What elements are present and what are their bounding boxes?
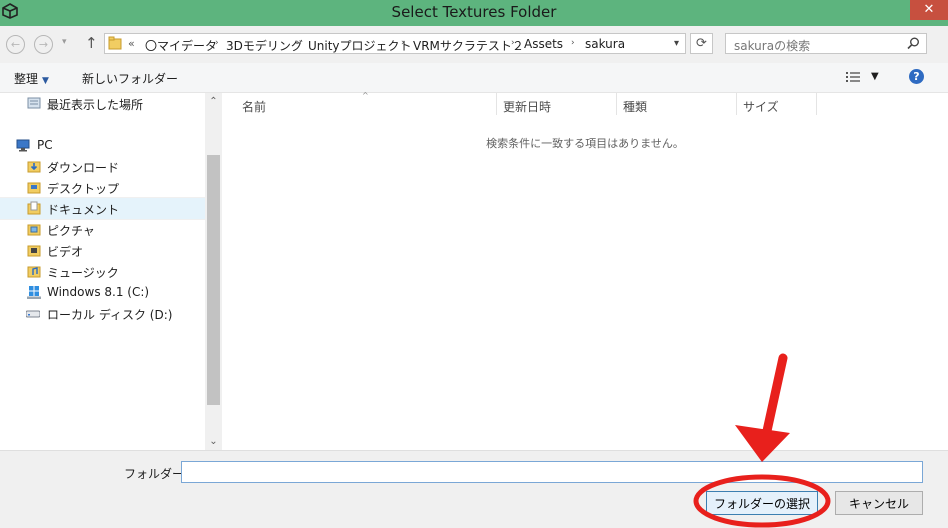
breadcrumb-separator-icon[interactable]: ›: [511, 38, 515, 48]
nav-item-label: デスクトップ: [47, 182, 120, 196]
arrow-right-icon: →: [38, 38, 49, 51]
nav-item-label: 最近表示した場所: [47, 98, 144, 112]
nav-item-drive-d[interactable]: ローカル ディスク (D:): [0, 303, 205, 324]
chevron-down-icon: ▾: [62, 37, 67, 47]
desktop-folder-icon: [27, 182, 41, 194]
refresh-button[interactable]: ⟳: [690, 33, 713, 54]
breadcrumb-item[interactable]: Assets: [524, 37, 563, 51]
select-folder-button[interactable]: フォルダーの選択: [706, 491, 818, 515]
nav-item-music[interactable]: ミュージック: [0, 261, 205, 282]
navigation-pane: 最近表示した場所 PC ダウンロード デスクトップ ドキュメント ピクチャ ビデ…: [0, 93, 222, 450]
sort-ascending-icon: ^: [362, 91, 369, 100]
folder-label: フォルダー:: [124, 467, 189, 481]
nav-item-documents[interactable]: ドキュメント: [0, 197, 205, 220]
breadcrumb-overflow-icon[interactable]: «: [128, 37, 135, 50]
nav-scrollbar[interactable]: ⌃ ⌄: [205, 93, 222, 450]
back-button[interactable]: ←: [6, 35, 25, 54]
help-icon[interactable]: ?: [909, 69, 924, 84]
breadcrumb-item[interactable]: sakura: [585, 37, 625, 51]
breadcrumb-item[interactable]: 3Dモデリング: [226, 37, 303, 54]
dialog-client: ← → ▾ ↑ « 〇マイデータ › 3Dモデリング › Unityプロジェクト…: [0, 26, 948, 528]
close-icon: ✕: [923, 2, 935, 17]
scroll-thumb[interactable]: [207, 155, 220, 405]
command-bar: 整理 ▼ 新しいフォルダー ▼ ?: [0, 63, 948, 93]
refresh-icon: ⟳: [696, 36, 707, 51]
cancel-button[interactable]: キャンセル: [835, 491, 923, 515]
forward-button[interactable]: →: [34, 35, 53, 54]
scroll-down-icon[interactable]: ⌄: [205, 433, 222, 450]
new-folder-label: 新しいフォルダー: [82, 72, 179, 86]
nav-item-desktop[interactable]: デスクトップ: [0, 177, 205, 198]
nav-item-label: ミュージック: [47, 266, 119, 280]
help-glyph: ?: [913, 70, 920, 83]
search-input[interactable]: sakuraの検索: [734, 37, 810, 54]
triangle-down-icon: ▼: [42, 76, 49, 86]
recent-places-icon: [27, 97, 41, 109]
address-bar[interactable]: « 〇マイデータ › 3Dモデリング › Unityプロジェクト › VRMサク…: [104, 33, 686, 54]
empty-message: 検索条件に一致する項目はありません。: [486, 137, 684, 150]
pictures-folder-icon: [27, 224, 41, 236]
column-divider[interactable]: [616, 93, 617, 115]
arrow-up-icon: ↑: [85, 34, 98, 52]
dialog-window: Select Textures Folder ✕ ← → ▾ ↑ « 〇マイデー…: [0, 0, 948, 528]
documents-folder-icon: [27, 201, 41, 215]
breadcrumb-item[interactable]: 〇マイデータ: [145, 37, 217, 54]
close-button[interactable]: ✕: [910, 0, 948, 20]
search-icon: [907, 37, 919, 50]
nav-item-drive-c[interactable]: Windows 8.1 (C:): [0, 282, 205, 303]
address-row: ← → ▾ ↑ « 〇マイデータ › 3Dモデリング › Unityプロジェクト…: [0, 26, 948, 63]
folder-icon: [108, 36, 122, 50]
column-header-name[interactable]: 名前: [242, 98, 266, 119]
column-header-type[interactable]: 種類: [623, 98, 647, 119]
organize-button[interactable]: 整理 ▼: [14, 70, 49, 87]
nav-item-label: ローカル ディスク (D:): [47, 308, 173, 322]
title-bar[interactable]: Select Textures Folder ✕: [0, 0, 948, 26]
new-folder-button[interactable]: 新しいフォルダー: [82, 70, 178, 87]
nav-item-recent-places[interactable]: 最近表示した場所: [0, 93, 205, 114]
search-box[interactable]: sakuraの検索: [725, 33, 927, 54]
arrow-left-icon: ←: [10, 38, 21, 51]
view-options-icon[interactable]: [846, 71, 860, 83]
column-divider[interactable]: [816, 93, 817, 115]
column-header-size[interactable]: サイズ: [743, 98, 779, 119]
videos-folder-icon: [27, 245, 41, 257]
column-divider[interactable]: [496, 93, 497, 115]
windows-drive-icon: [27, 286, 41, 299]
window-title: Select Textures Folder: [391, 3, 557, 21]
nav-item-label: ピクチャ: [47, 224, 95, 238]
nav-item-downloads[interactable]: ダウンロード: [0, 156, 205, 177]
view-dropdown-icon[interactable]: ▼: [871, 71, 879, 82]
breadcrumb-separator-icon[interactable]: ›: [215, 38, 219, 48]
breadcrumb-separator-icon[interactable]: ›: [296, 38, 300, 48]
nav-item-pc[interactable]: PC: [0, 135, 205, 156]
breadcrumb-separator-icon[interactable]: ›: [571, 38, 575, 48]
music-folder-icon: [27, 266, 41, 278]
breadcrumb-separator-icon[interactable]: ›: [401, 38, 405, 48]
column-header-date[interactable]: 更新日時: [503, 98, 551, 119]
computer-icon: [16, 139, 30, 152]
bottom-panel: フォルダー: フォルダーの選択 キャンセル: [0, 450, 948, 528]
recent-locations-dropdown[interactable]: ▾: [62, 37, 67, 47]
nav-item-label: Windows 8.1 (C:): [47, 285, 150, 299]
nav-item-label: PC: [37, 138, 53, 152]
local-disk-icon: [26, 310, 40, 318]
downloads-folder-icon: [27, 161, 41, 173]
folder-input[interactable]: [181, 461, 923, 483]
address-dropdown-icon[interactable]: ▾: [674, 38, 679, 49]
organize-label: 整理: [14, 72, 39, 86]
column-divider[interactable]: [736, 93, 737, 115]
breadcrumb-item[interactable]: VRMサクラテスト２: [413, 37, 524, 54]
nav-item-videos[interactable]: ビデオ: [0, 240, 205, 261]
scroll-up-icon[interactable]: ⌃: [205, 93, 222, 110]
nav-item-pictures[interactable]: ピクチャ: [0, 219, 205, 240]
file-list: ^ 名前 更新日時 種類 サイズ 検索条件に一致する項目はありません。: [222, 91, 948, 450]
breadcrumb-item[interactable]: Unityプロジェクト: [308, 37, 412, 54]
up-button[interactable]: ↑: [85, 34, 98, 52]
nav-item-label: ビデオ: [47, 245, 84, 259]
nav-item-label: ドキュメント: [47, 203, 120, 217]
nav-item-label: ダウンロード: [47, 161, 120, 175]
